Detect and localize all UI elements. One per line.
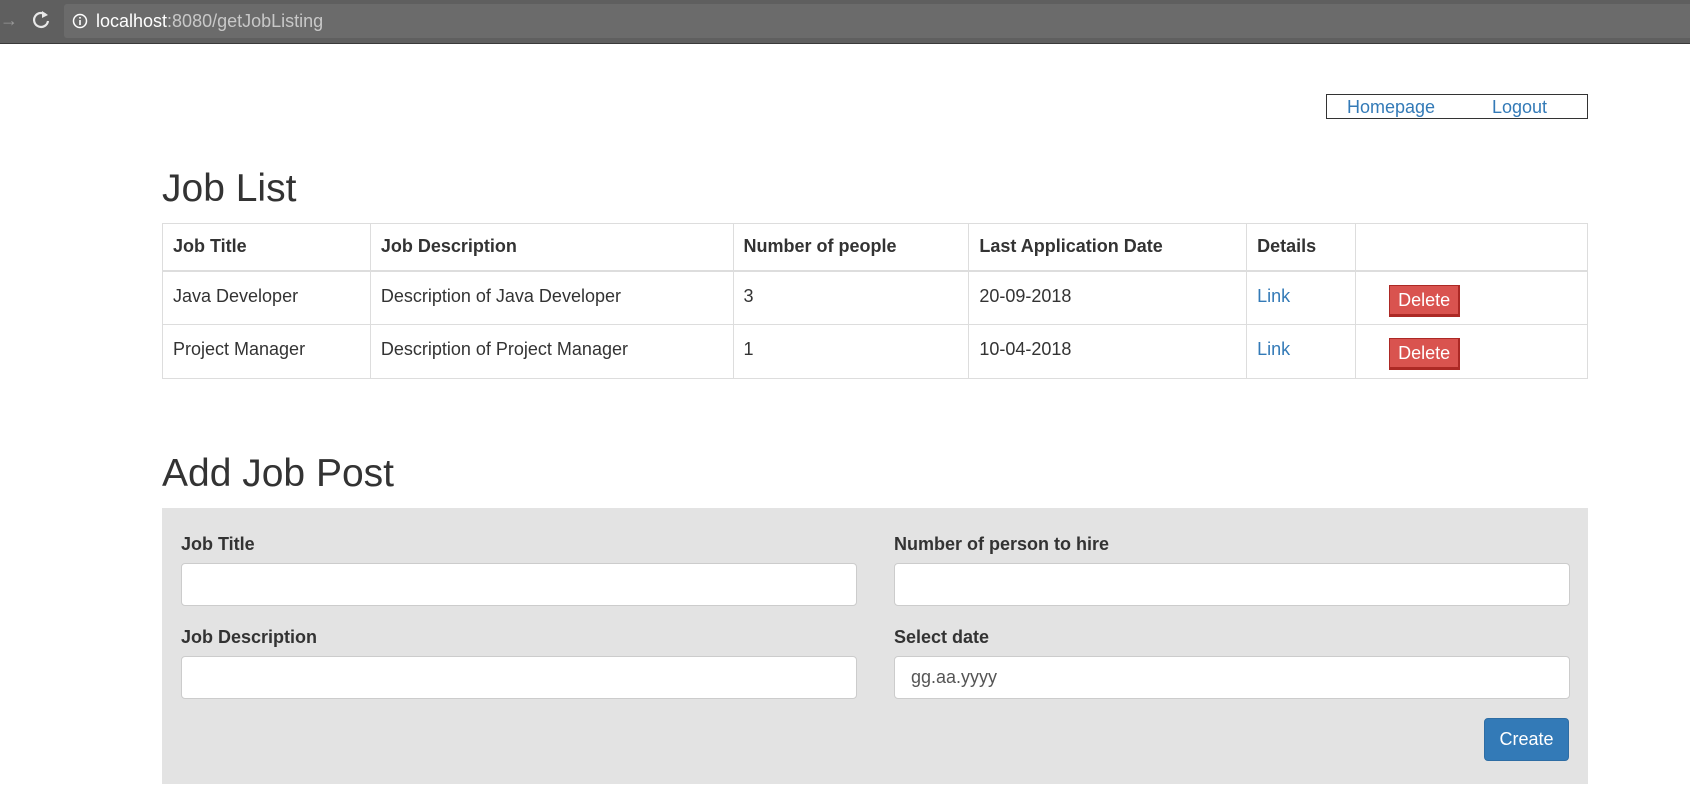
top-nav: Homepage Logout [1326, 94, 1588, 119]
cell-number-of-people: 1 [732, 324, 970, 379]
homepage-link[interactable]: Homepage [1347, 97, 1435, 117]
reload-icon[interactable] [30, 8, 52, 32]
add-job-form: Job Title Job Description Number of pers… [162, 508, 1588, 784]
info-icon[interactable] [72, 13, 88, 29]
cell-last-application-date: 20-09-2018 [968, 270, 1248, 325]
cell-job-description: Description of Project Manager [369, 324, 734, 379]
url-host: localhost [96, 11, 168, 31]
create-button[interactable]: Create [1484, 718, 1569, 761]
number-to-hire-label: Number of person to hire [894, 534, 1110, 554]
delete-button[interactable]: Delete [1389, 284, 1461, 317]
cell-last-application-date: 10-04-2018 [968, 324, 1248, 379]
browser-toolbar: → localhost:8080/getJobListing [0, 0, 1690, 44]
table-row: Java Developer Description of Java Devel… [162, 270, 1588, 325]
table-header-row: Job Title Job Description Number of peop… [162, 223, 1588, 272]
logout-link[interactable]: Logout [1492, 97, 1547, 117]
url-text: localhost:8080/getJobListing [96, 11, 323, 31]
cell-job-title: Java Developer [162, 270, 371, 325]
col-job-description: Job Description [369, 223, 734, 272]
cell-number-of-people: 3 [732, 270, 970, 325]
col-details: Details [1246, 223, 1357, 272]
select-date-label: Select date [894, 627, 990, 647]
cell-actions: Delete [1355, 270, 1588, 325]
job-table: Job Title Job Description Number of peop… [162, 223, 1588, 379]
forward-icon[interactable]: → [0, 10, 18, 30]
col-actions [1355, 223, 1588, 272]
add-job-post-title: Add Job Post [162, 452, 394, 495]
number-to-hire-input[interactable] [894, 563, 1570, 606]
cell-details: Link [1246, 324, 1357, 379]
col-number-of-people: Number of people [732, 223, 970, 272]
cell-details: Link [1246, 270, 1357, 325]
details-link[interactable]: Link [1257, 339, 1290, 359]
col-last-application-date: Last Application Date [968, 223, 1248, 272]
cell-actions: Delete [1355, 324, 1588, 379]
address-bar[interactable]: localhost:8080/getJobListing [64, 4, 1690, 38]
date-input[interactable] [894, 656, 1570, 699]
job-title-label: Job Title [181, 534, 255, 554]
cell-job-description: Description of Java Developer [369, 270, 734, 325]
delete-button[interactable]: Delete [1389, 338, 1461, 370]
cell-job-title: Project Manager [162, 324, 371, 379]
col-job-title: Job Title [162, 223, 371, 272]
job-title-input[interactable] [181, 563, 857, 606]
job-list-title: Job List [162, 167, 297, 210]
url-path: :8080/getJobListing [167, 11, 324, 31]
job-description-label: Job Description [181, 627, 318, 647]
table-row: Project Manager Description of Project M… [162, 324, 1588, 379]
details-link[interactable]: Link [1257, 286, 1290, 306]
job-description-input[interactable] [181, 656, 857, 699]
